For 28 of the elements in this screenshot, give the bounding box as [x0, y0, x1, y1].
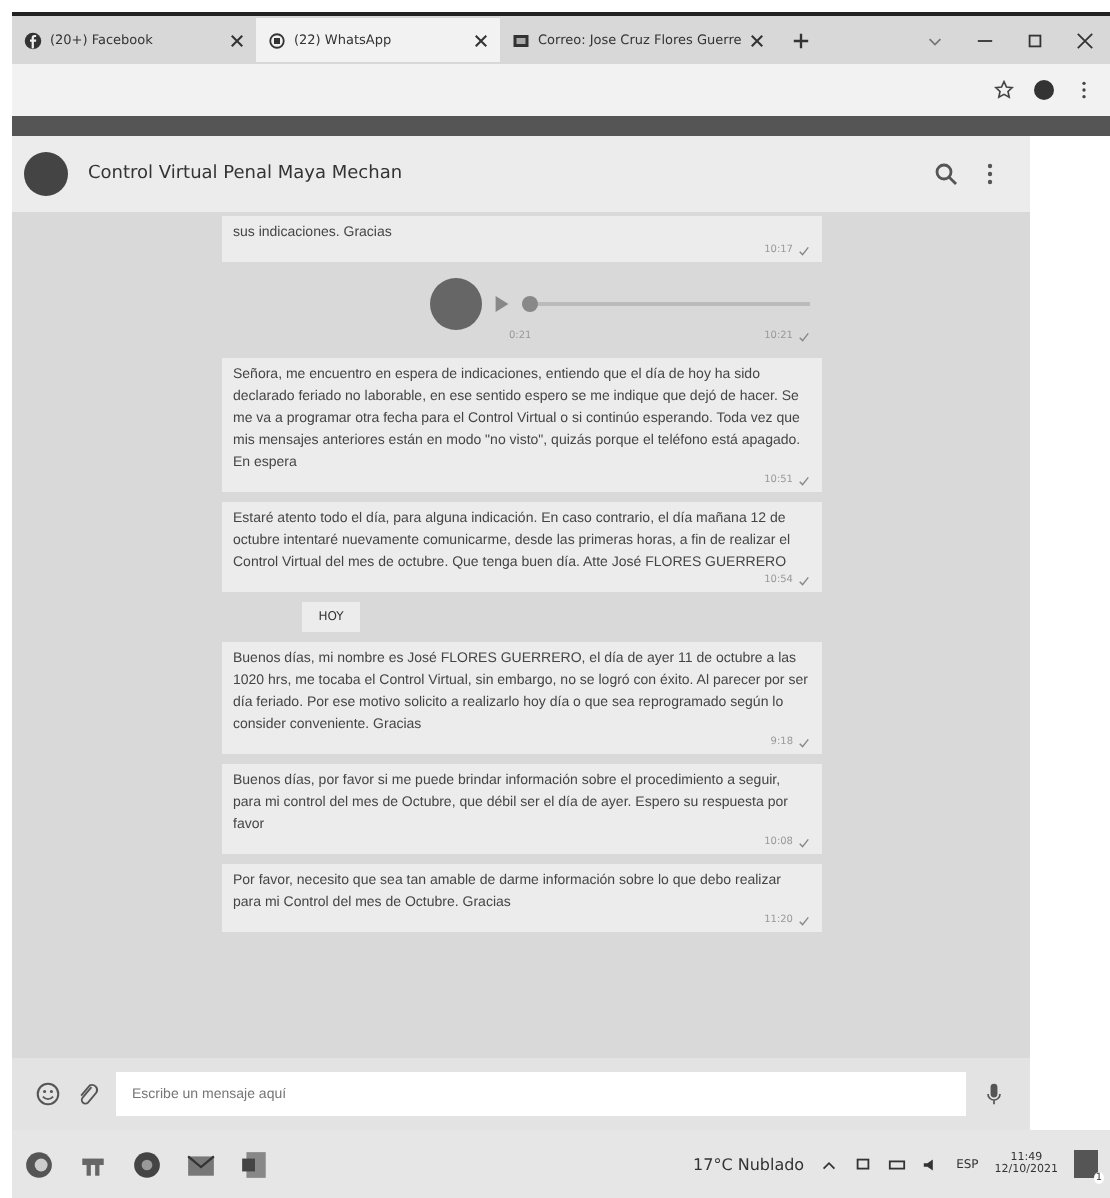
- check-icon: [797, 245, 809, 255]
- check-icon: [797, 737, 809, 747]
- contact-avatar: [24, 152, 68, 196]
- check-icon: [797, 475, 809, 485]
- new-tab-icon[interactable]: [791, 31, 810, 49]
- document-icon[interactable]: [240, 1149, 270, 1179]
- close-icon[interactable]: [749, 33, 764, 47]
- paperclip-icon[interactable]: [76, 1082, 100, 1106]
- microphone-icon[interactable]: [982, 1082, 1006, 1106]
- logo-icon: [24, 31, 42, 49]
- audio-thumb[interactable]: [521, 296, 537, 312]
- star-icon[interactable]: [994, 80, 1014, 100]
- close-icon[interactable]: [474, 33, 488, 47]
- sender-avatar: [429, 278, 481, 330]
- check-icon: [797, 837, 809, 847]
- emoji-icon[interactable]: [36, 1082, 60, 1106]
- mail-icon: [512, 31, 530, 49]
- avatar-icon[interactable]: [1034, 80, 1054, 100]
- close-icon[interactable]: [1076, 31, 1094, 49]
- close-icon[interactable]: [230, 33, 244, 47]
- check-icon: [797, 575, 809, 585]
- chat-title: Control Virtual Penal Maya Mechan: [88, 164, 405, 184]
- weather-text[interactable]: 17°C Nublado: [693, 1155, 805, 1173]
- logo-icon: [268, 31, 286, 49]
- check-icon: [797, 331, 809, 341]
- restore-icon[interactable]: [1026, 31, 1044, 49]
- check-icon: [797, 915, 809, 925]
- search-icon[interactable]: [934, 162, 958, 186]
